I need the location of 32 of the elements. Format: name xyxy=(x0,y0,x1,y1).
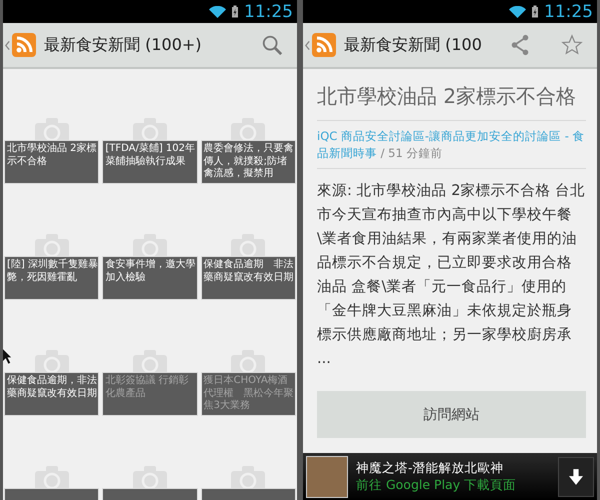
wifi-icon xyxy=(509,6,526,18)
wifi-icon xyxy=(209,6,226,18)
search-icon[interactable] xyxy=(261,34,283,56)
news-caption[interactable]: 北市學校油品 2家標示不合格 xyxy=(4,140,100,184)
rss-icon xyxy=(312,33,336,57)
status-time: 11:25 xyxy=(244,2,293,22)
app-title: 最新食安新聞 (100+) xyxy=(44,34,203,56)
news-caption[interactable]: 保健食品逾期，非法藥商疑竄改有效日期 xyxy=(4,372,100,416)
download-arrow-icon xyxy=(569,468,583,484)
visit-website-button[interactable]: 訪問網站 xyxy=(317,391,586,438)
battery-icon xyxy=(232,5,238,18)
article-body: 來源: 北市學校油品 2家標示不合格 台北市今天宣布抽查市內高中以下學校午餐\業者食用油結果，有兩家業者使用的油品標示不合規定，已立即要求改用合格油品 盒餐\業者「元一食品行」使用的「金牛牌大豆黑麻油」未依規定於瓶身標示供應廠商地址；另一家學校廚房承 ... xyxy=(317,181,586,369)
rss-icon xyxy=(12,33,36,57)
news-caption[interactable]: 保健食品逾期 非法藥商疑竄改有效日期 xyxy=(200,256,296,300)
status-time: 11:25 xyxy=(544,2,593,22)
news-caption[interactable]: 農委會修法，只要禽傳人，就撲殺;防堵禽流感，擬禁用 xyxy=(200,140,296,184)
mouse-pointer-icon xyxy=(3,349,12,364)
download-button[interactable] xyxy=(558,456,594,496)
article-title: 北市學校油品 2家標示不合格 xyxy=(317,83,586,121)
back-caret-icon[interactable] xyxy=(305,40,310,50)
back-caret-icon[interactable] xyxy=(5,40,10,50)
star-icon[interactable] xyxy=(561,34,583,56)
share-icon[interactable] xyxy=(509,34,531,56)
game-art-placeholder xyxy=(306,456,348,498)
news-caption[interactable]: [陸] 深圳數千隻雞暴斃，死因雞霍亂 xyxy=(4,256,100,300)
battery-icon xyxy=(532,5,538,18)
ad-subtitle: 前往 Google Play 下載頁面 xyxy=(356,476,518,494)
app-title: 最新食安新聞 (100 xyxy=(344,34,483,56)
news-caption[interactable]: [TFDA/菜餔] 102年菜餔抽驗執行成果 xyxy=(102,140,198,184)
news-caption[interactable]: 食安事件增，邀大學加入檢驗 xyxy=(102,256,198,300)
ad-banner[interactable]: 神魔之塔-潛能解放北歐神 前往 Google Play 下載頁面 xyxy=(303,453,597,500)
ad-title: 神魔之塔-潛能解放北歐神 xyxy=(356,460,505,476)
